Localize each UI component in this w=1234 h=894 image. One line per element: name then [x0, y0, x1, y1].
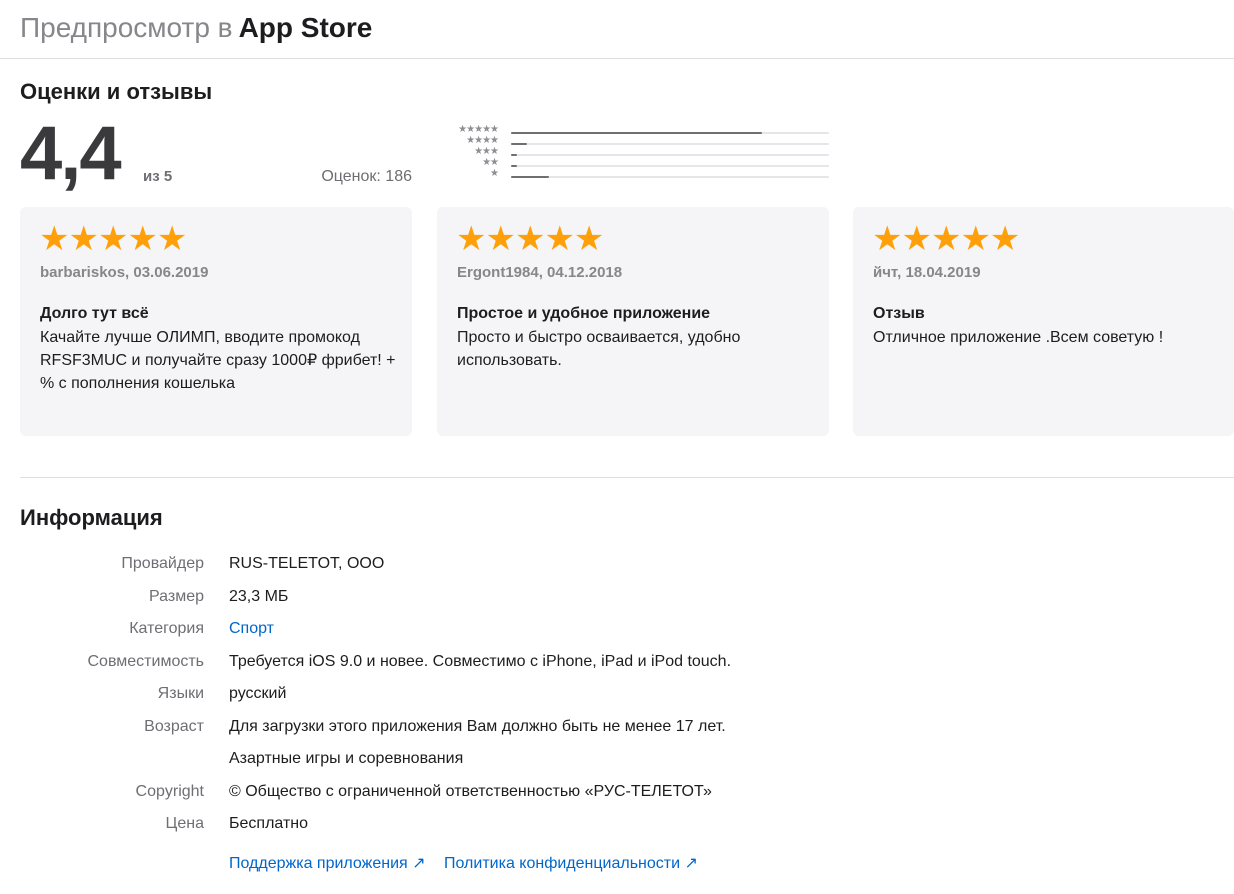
ratings-section-title: Оценки и отзывы [20, 79, 213, 104]
title-prefix: Предпросмотр в [20, 12, 233, 43]
histogram-stars-icon: ★ [490, 168, 499, 179]
review-stars-icon: ★★★★★ [872, 220, 1020, 258]
histogram-bar [511, 132, 763, 134]
info-value: © Общество с ограниченной ответственност… [229, 783, 712, 800]
info-label: Copyright [135, 783, 204, 800]
info-label: Цена [165, 815, 204, 832]
info-row-age-note: Азартные игры и соревнования [0, 748, 1234, 770]
section-divider [20, 477, 1234, 478]
histogram-row-1: ★ [434, 168, 834, 181]
review-card[interactable]: ★★★★★ barbariskos, 03.06.2019 Долго тут … [20, 207, 412, 436]
info-label: Совместимость [87, 653, 205, 670]
info-value: Требуется iOS 9.0 и новее. Совместимо с … [229, 653, 732, 670]
info-section-title: Информация [20, 505, 163, 530]
histogram-bar [511, 154, 518, 156]
histogram-track [511, 154, 829, 156]
average-rating: 4,4 [20, 111, 122, 196]
info-value: Азартные игры и соревнования [229, 750, 464, 767]
histogram-bar [511, 176, 550, 178]
review-card[interactable]: ★★★★★ Ergont1984, 04.12.2018 Простое и у… [437, 207, 829, 436]
ratings-count: Оценок: 186 [321, 168, 412, 185]
info-label: Языки [157, 685, 204, 702]
histogram-track [511, 176, 829, 178]
review-title: Долго тут всё [40, 305, 149, 322]
review-card[interactable]: ★★★★★ йчт, 18.04.2019 Отзыв Отличное при… [853, 207, 1234, 436]
info-row-copyright: Copyright © Общество с ограниченной отве… [0, 781, 1234, 803]
info-row-category: Категория Спорт [0, 618, 1234, 640]
info-value: RUS-TELETOT, OOO [229, 555, 385, 572]
histogram-track [511, 132, 829, 134]
page-title: Предпросмотр в App Store [20, 10, 372, 46]
info-value: русский [229, 685, 287, 702]
info-row-age: Возраст Для загрузки этого приложения Ва… [0, 716, 1234, 738]
histogram-track [511, 143, 829, 145]
review-author-date: Ergont1984, 04.12.2018 [457, 264, 623, 281]
review-body: Просто и быстро осваивается, удобно испо… [457, 329, 741, 369]
review-body: Качайте лучше ОЛИМП, вводите промокод RF… [40, 329, 396, 392]
review-stars-icon: ★★★★★ [456, 220, 604, 258]
info-value: 23,3 МБ [229, 588, 289, 605]
review-author-date: йчт, 18.04.2019 [873, 264, 981, 281]
title-brand: App Store [238, 12, 373, 43]
info-label: Возраст [144, 718, 204, 735]
app-support-link[interactable]: Поддержка приложения ↗ [229, 855, 426, 872]
info-label: Провайдер [121, 555, 204, 572]
histogram-bar [511, 165, 518, 167]
review-body: Отличное приложение .Всем советую ! [873, 329, 1164, 346]
info-label: Размер [149, 588, 204, 605]
review-title: Простое и удобное приложение [457, 305, 711, 322]
info-row-provider: Провайдер RUS-TELETOT, OOO [0, 553, 1234, 575]
review-author-date: barbariskos, 03.06.2019 [40, 264, 209, 281]
info-label: Категория [129, 620, 204, 637]
info-value: Для загрузки этого приложения Вам должно… [229, 718, 726, 735]
info-row-price: Цена Бесплатно [0, 813, 1234, 835]
info-links: Поддержка приложения ↗ Политика конфиден… [229, 853, 712, 875]
category-link[interactable]: Спорт [229, 618, 274, 640]
info-row-languages: Языки русский [0, 683, 1234, 705]
page-header: Предпросмотр в App Store [0, 0, 1234, 59]
info-value: Бесплатно [229, 815, 309, 832]
info-row-compatibility: Совместимость Требуется iOS 9.0 и новее.… [0, 651, 1234, 673]
histogram-track [511, 165, 829, 167]
info-row-size: Размер 23,3 МБ [0, 586, 1234, 608]
review-stars-icon: ★★★★★ [39, 220, 187, 258]
rating-out-of: из 5 [143, 168, 173, 185]
privacy-policy-link[interactable]: Политика конфиденциальности ↗ [444, 855, 698, 872]
histogram-bar [511, 143, 527, 145]
review-title: Отзыв [873, 305, 925, 322]
